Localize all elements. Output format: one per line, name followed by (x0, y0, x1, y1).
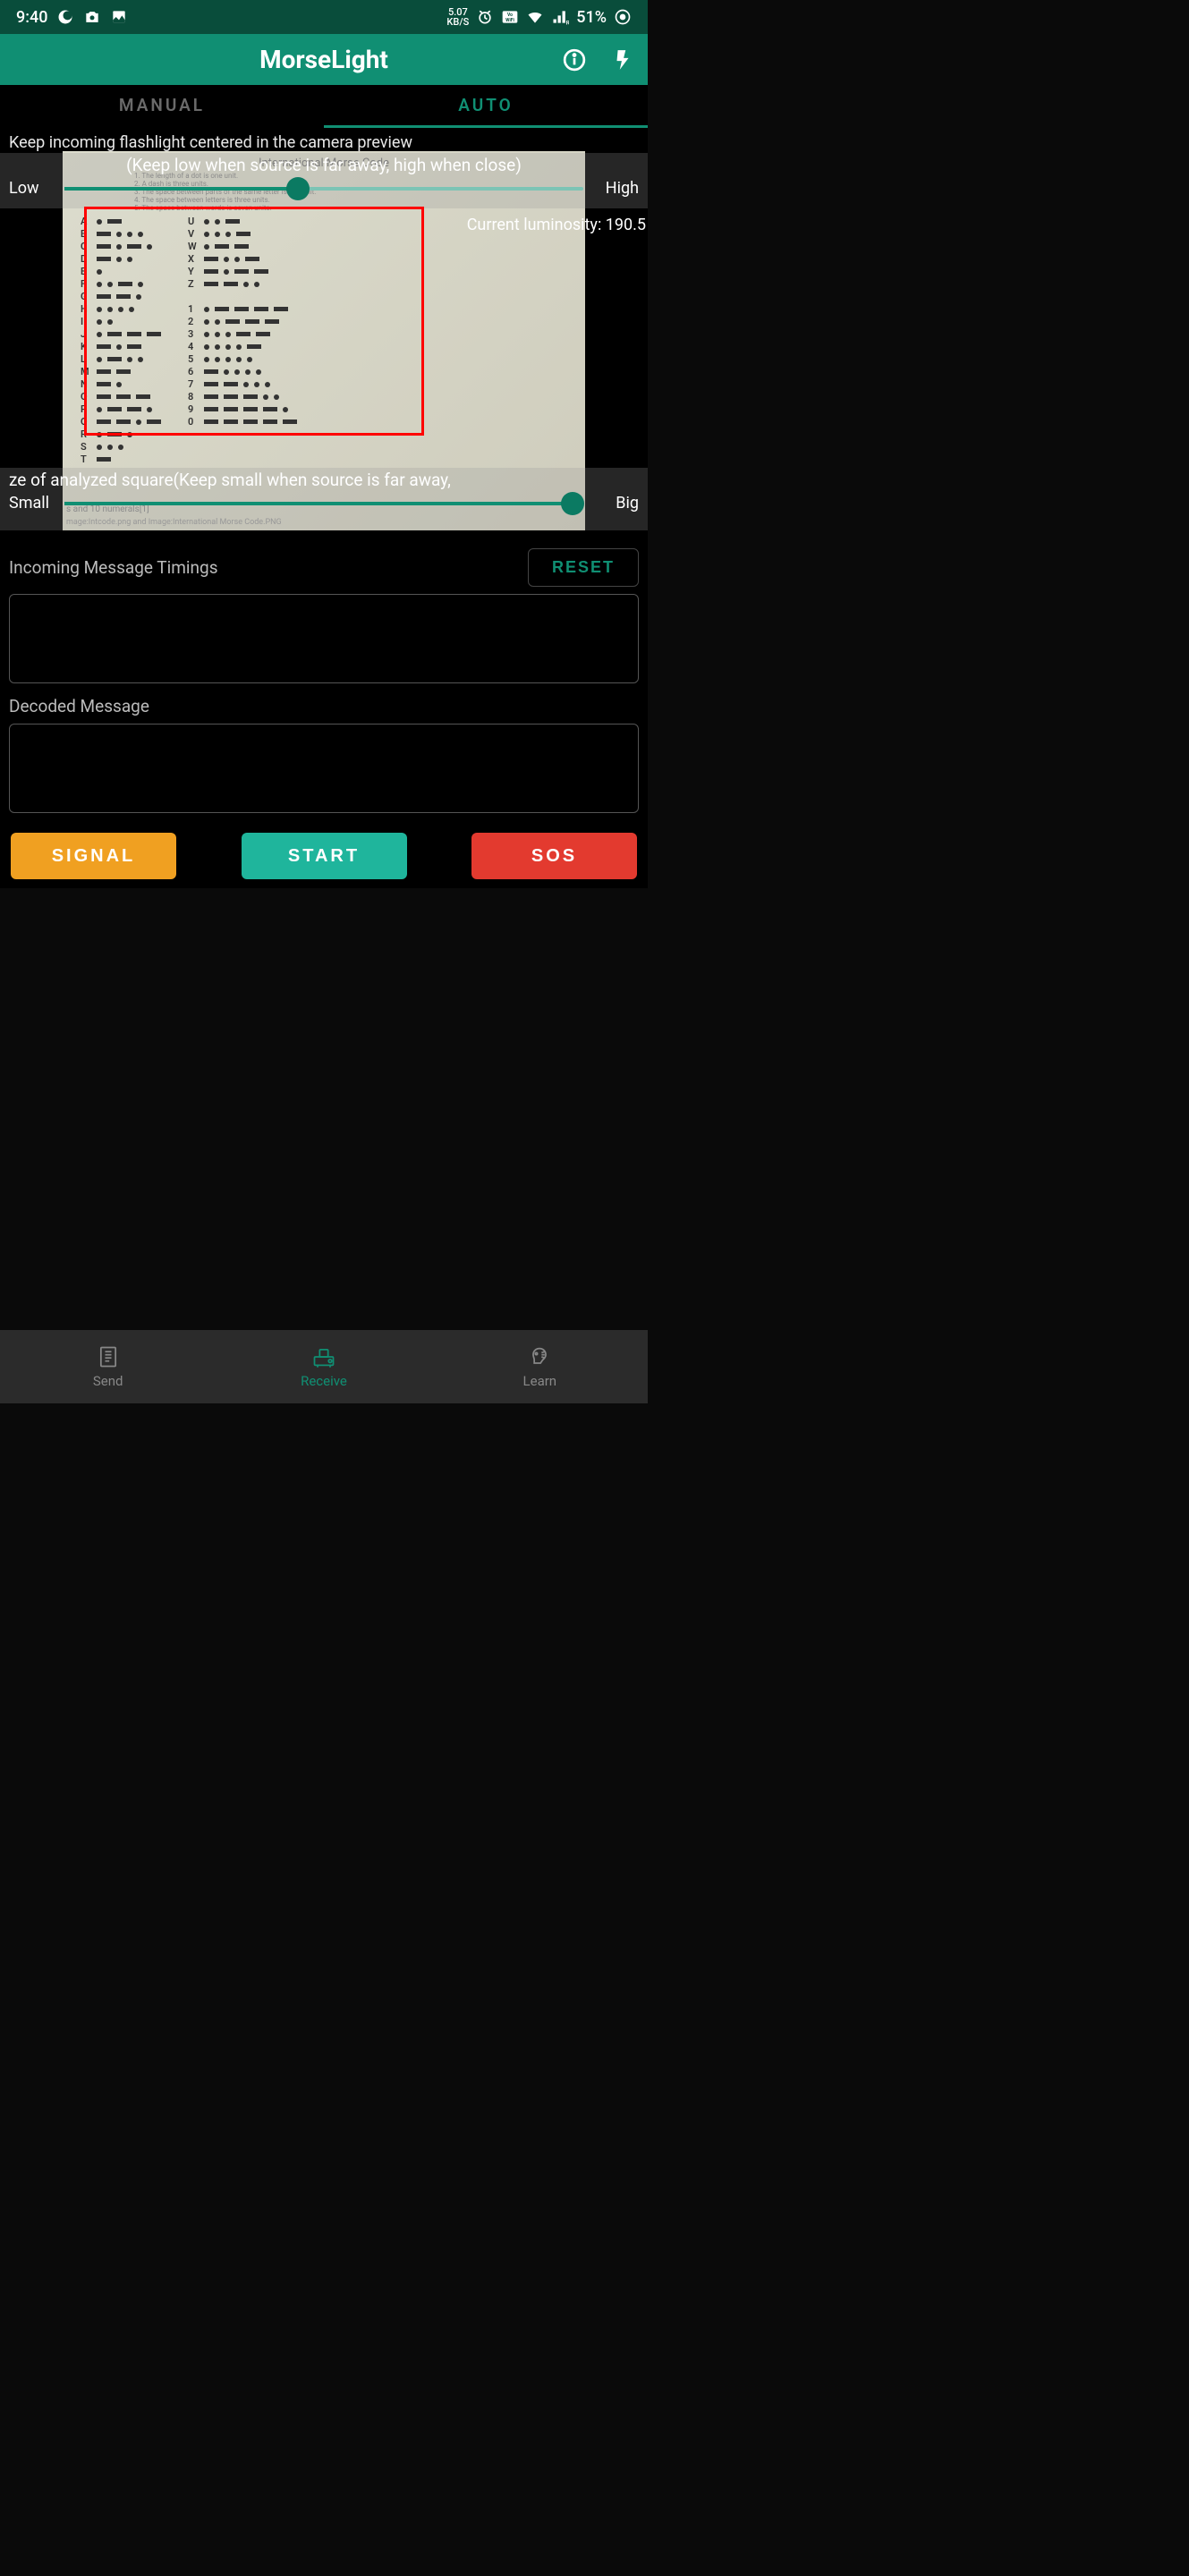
sensitivity-thumb[interactable] (286, 177, 310, 200)
svg-text:R: R (566, 19, 569, 26)
svg-text:WiFi: WiFi (505, 18, 514, 23)
decoded-title: Decoded Message (9, 696, 149, 716)
learn-icon (527, 1344, 552, 1369)
square-hint: ze of analyzed square(Keep small when so… (9, 470, 639, 490)
nav-send[interactable]: Send (0, 1330, 216, 1403)
info-icon[interactable] (563, 48, 586, 72)
battery-icon (614, 8, 632, 26)
timings-title: Incoming Message Timings (9, 557, 218, 578)
nav-learn[interactable]: Learn (432, 1330, 648, 1403)
reset-button[interactable]: RESET (528, 548, 639, 587)
nav-receive[interactable]: Receive (216, 1330, 431, 1403)
sensitivity-hint: (Keep low when source is far away, high … (9, 155, 639, 175)
square-size-overlay: ze of analyzed square(Keep small when so… (0, 468, 648, 530)
square-slider[interactable] (64, 502, 583, 505)
app-bar: MorseLight (0, 34, 648, 85)
preview-instruction: Keep incoming flashlight centered in the… (9, 133, 412, 152)
image-icon (110, 8, 128, 26)
camera-preview: International Morse Code 1. The length o… (0, 128, 648, 530)
sos-button[interactable]: SOS (471, 833, 637, 879)
signal-icon: R (551, 8, 569, 26)
decoded-box[interactable] (9, 724, 639, 813)
sensitivity-high-label: High (594, 179, 639, 198)
wifi-icon (526, 8, 544, 26)
tabs: MANUAL AUTO (0, 85, 648, 128)
status-time: 9:40 (16, 8, 47, 27)
sensitivity-slider[interactable] (64, 187, 583, 191)
camera-icon (83, 8, 101, 26)
alarm-icon (476, 8, 494, 26)
sensitivity-low-label: Low (9, 179, 54, 198)
nav-learn-label: Learn (523, 1373, 557, 1389)
flash-icon[interactable] (611, 48, 634, 72)
nav-send-label: Send (93, 1373, 123, 1389)
battery-pct: 51% (576, 8, 607, 27)
timings-box[interactable] (9, 594, 639, 683)
square-thumb[interactable] (561, 492, 584, 515)
sensitivity-overlay: (Keep low when source is far away, high … (0, 153, 648, 208)
receive-icon (311, 1344, 336, 1369)
analysis-square (84, 207, 424, 436)
status-bar: 9:40 5.07 KB/S VoWiFi R 51% (0, 0, 648, 34)
moon-icon (56, 8, 74, 26)
bottom-nav: Send Receive Learn (0, 1330, 648, 1403)
nav-receive-label: Receive (301, 1373, 347, 1389)
tab-auto[interactable]: AUTO (324, 85, 648, 128)
start-button[interactable]: START (242, 833, 407, 879)
luminosity-readout: Current luminosity: 190.5 (467, 216, 646, 234)
vowifi-icon: VoWiFi (501, 8, 519, 26)
square-small-label: Small (9, 494, 54, 513)
square-big-label: Big (594, 494, 639, 513)
signal-button[interactable]: SIGNAL (11, 833, 176, 879)
net-speed-unit: KB/S (446, 17, 469, 27)
content-area: Incoming Message Timings RESET Decoded M… (0, 530, 648, 888)
app-title: MorseLight (0, 45, 648, 74)
tab-manual[interactable]: MANUAL (0, 85, 324, 128)
send-icon (96, 1344, 121, 1369)
net-speed: 5.07 KB/S (446, 7, 469, 27)
